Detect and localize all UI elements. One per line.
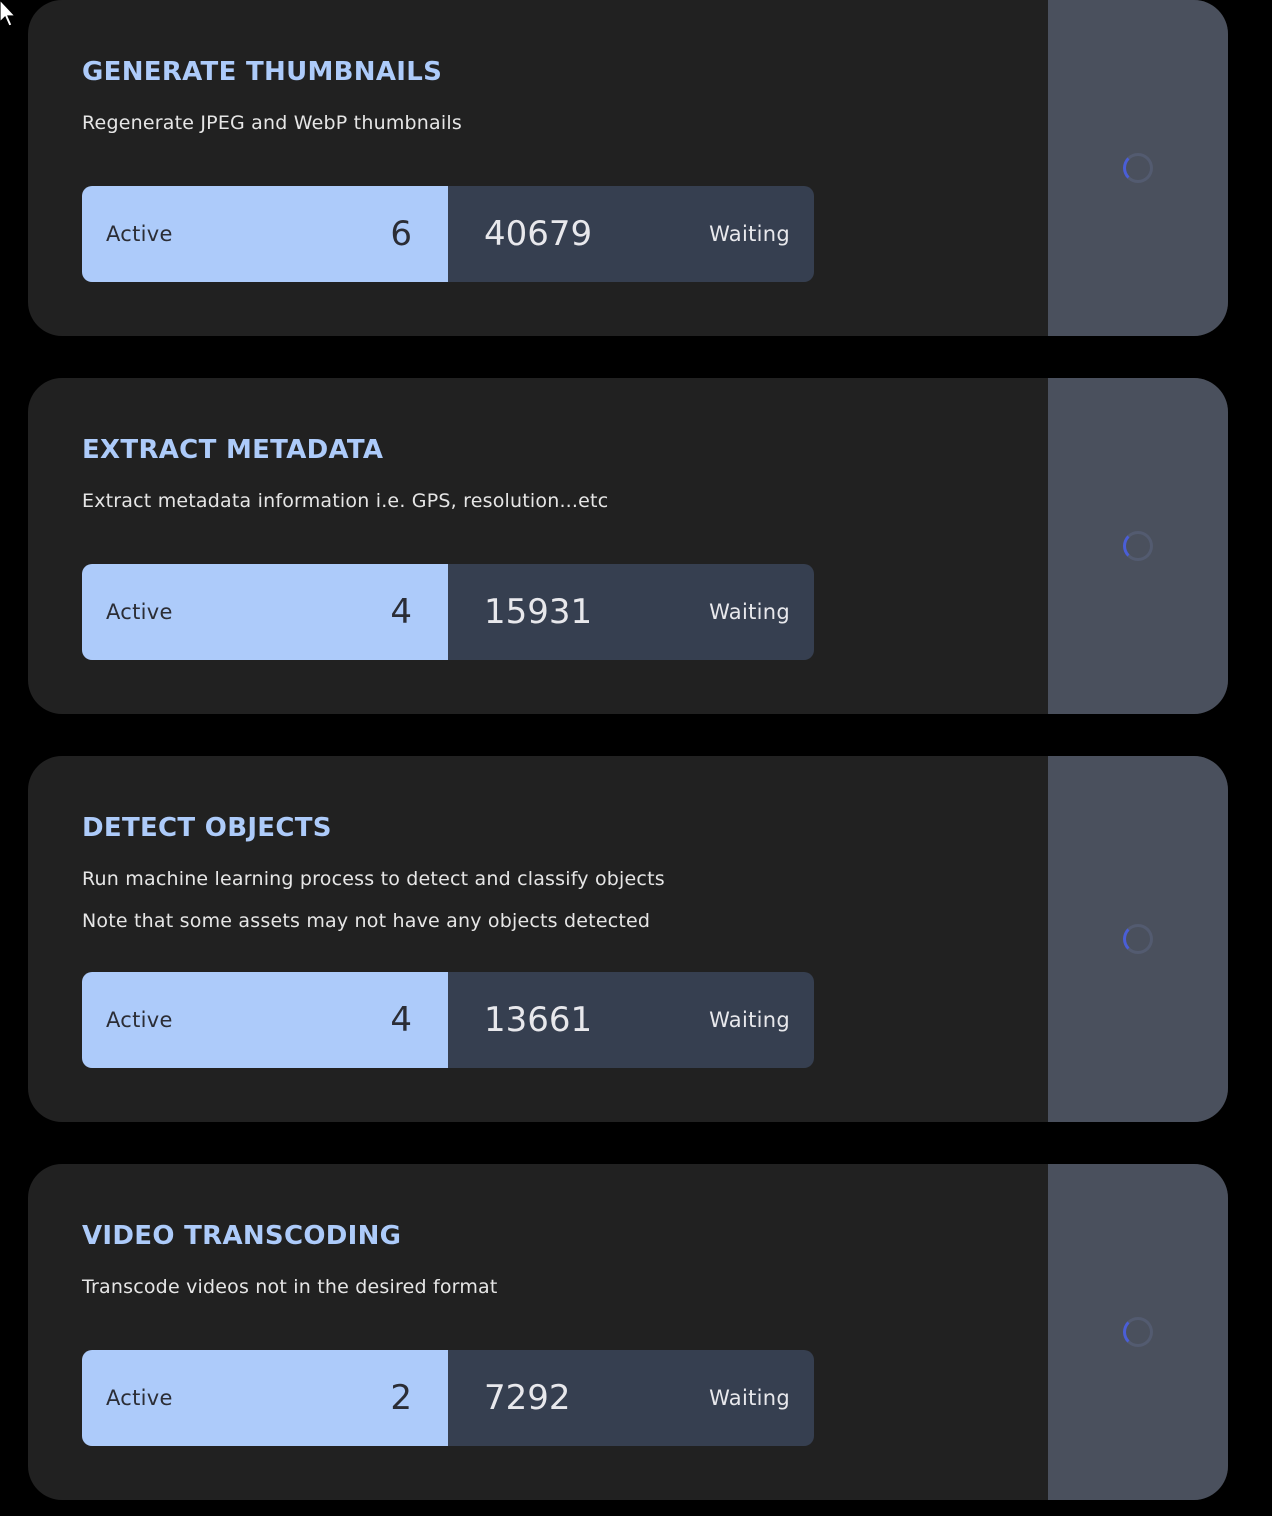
- active-count: 6: [390, 214, 412, 254]
- active-count: 4: [390, 592, 412, 632]
- job-description: Extract metadata information i.e. GPS, r…: [82, 488, 608, 530]
- loading-spinner-icon: [1123, 924, 1153, 954]
- loading-spinner-icon: [1123, 153, 1153, 183]
- waiting-label: Waiting: [709, 1386, 790, 1410]
- loading-spinner-icon: [1123, 531, 1153, 561]
- job-action-button[interactable]: [1048, 0, 1228, 336]
- job-title: EXTRACT METADATA: [82, 435, 384, 465]
- job-description-line: Regenerate JPEG and WebP thumbnails: [82, 112, 462, 134]
- waiting-count: 13661: [484, 1000, 593, 1040]
- job-action-button[interactable]: [1048, 378, 1228, 714]
- waiting-label: Waiting: [709, 600, 790, 624]
- waiting-count-panel: 7292 Waiting: [448, 1350, 814, 1446]
- active-label: Active: [106, 1386, 173, 1410]
- job-title: DETECT OBJECTS: [82, 813, 332, 843]
- job-title: GENERATE THUMBNAILS: [82, 57, 443, 87]
- waiting-count-panel: 40679 Waiting: [448, 186, 814, 282]
- job-description: Run machine learning process to detect a…: [82, 866, 665, 950]
- job-description: Transcode videos not in the desired form…: [82, 1274, 498, 1316]
- job-card-detect-objects: DETECT OBJECTS Run machine learning proc…: [28, 756, 1228, 1122]
- job-card-body: DETECT OBJECTS Run machine learning proc…: [82, 756, 1048, 1122]
- waiting-count: 15931: [484, 592, 593, 632]
- job-card-body: GENERATE THUMBNAILS Regenerate JPEG and …: [82, 0, 1048, 336]
- job-card-generate-thumbnails: GENERATE THUMBNAILS Regenerate JPEG and …: [28, 0, 1228, 336]
- active-count-panel: Active 6: [82, 186, 448, 282]
- jobs-page: GENERATE THUMBNAILS Regenerate JPEG and …: [0, 0, 1272, 1516]
- active-count: 2: [390, 1378, 412, 1418]
- waiting-count: 40679: [484, 214, 593, 254]
- waiting-count-panel: 15931 Waiting: [448, 564, 814, 660]
- job-description-line: Transcode videos not in the desired form…: [82, 1276, 498, 1298]
- active-count-panel: Active 4: [82, 564, 448, 660]
- job-card-body: EXTRACT METADATA Extract metadata inform…: [82, 378, 1048, 714]
- mouse-cursor-icon: [0, 0, 17, 27]
- job-description: Regenerate JPEG and WebP thumbnails: [82, 110, 462, 152]
- active-count-panel: Active 2: [82, 1350, 448, 1446]
- active-count-panel: Active 4: [82, 972, 448, 1068]
- waiting-count-panel: 13661 Waiting: [448, 972, 814, 1068]
- active-label: Active: [106, 600, 173, 624]
- job-stats: Active 4 13661 Waiting: [82, 972, 814, 1068]
- active-label: Active: [106, 222, 173, 246]
- job-description-line: Note that some assets may not have any o…: [82, 910, 651, 932]
- job-card-body: VIDEO TRANSCODING Transcode videos not i…: [82, 1164, 1048, 1500]
- active-count: 4: [390, 1000, 412, 1040]
- waiting-label: Waiting: [709, 222, 790, 246]
- job-stats: Active 4 15931 Waiting: [82, 564, 814, 660]
- waiting-count: 7292: [484, 1378, 571, 1418]
- job-card-extract-metadata: EXTRACT METADATA Extract metadata inform…: [28, 378, 1228, 714]
- job-title: VIDEO TRANSCODING: [82, 1221, 402, 1251]
- job-card-video-transcoding: VIDEO TRANSCODING Transcode videos not i…: [28, 1164, 1228, 1500]
- job-action-button[interactable]: [1048, 756, 1228, 1122]
- job-description-line: Extract metadata information i.e. GPS, r…: [82, 490, 609, 512]
- job-description-line: Run machine learning process to detect a…: [82, 868, 665, 890]
- job-stats: Active 2 7292 Waiting: [82, 1350, 814, 1446]
- active-label: Active: [106, 1008, 173, 1032]
- waiting-label: Waiting: [709, 1008, 790, 1032]
- job-stats: Active 6 40679 Waiting: [82, 186, 814, 282]
- loading-spinner-icon: [1123, 1317, 1153, 1347]
- job-action-button[interactable]: [1048, 1164, 1228, 1500]
